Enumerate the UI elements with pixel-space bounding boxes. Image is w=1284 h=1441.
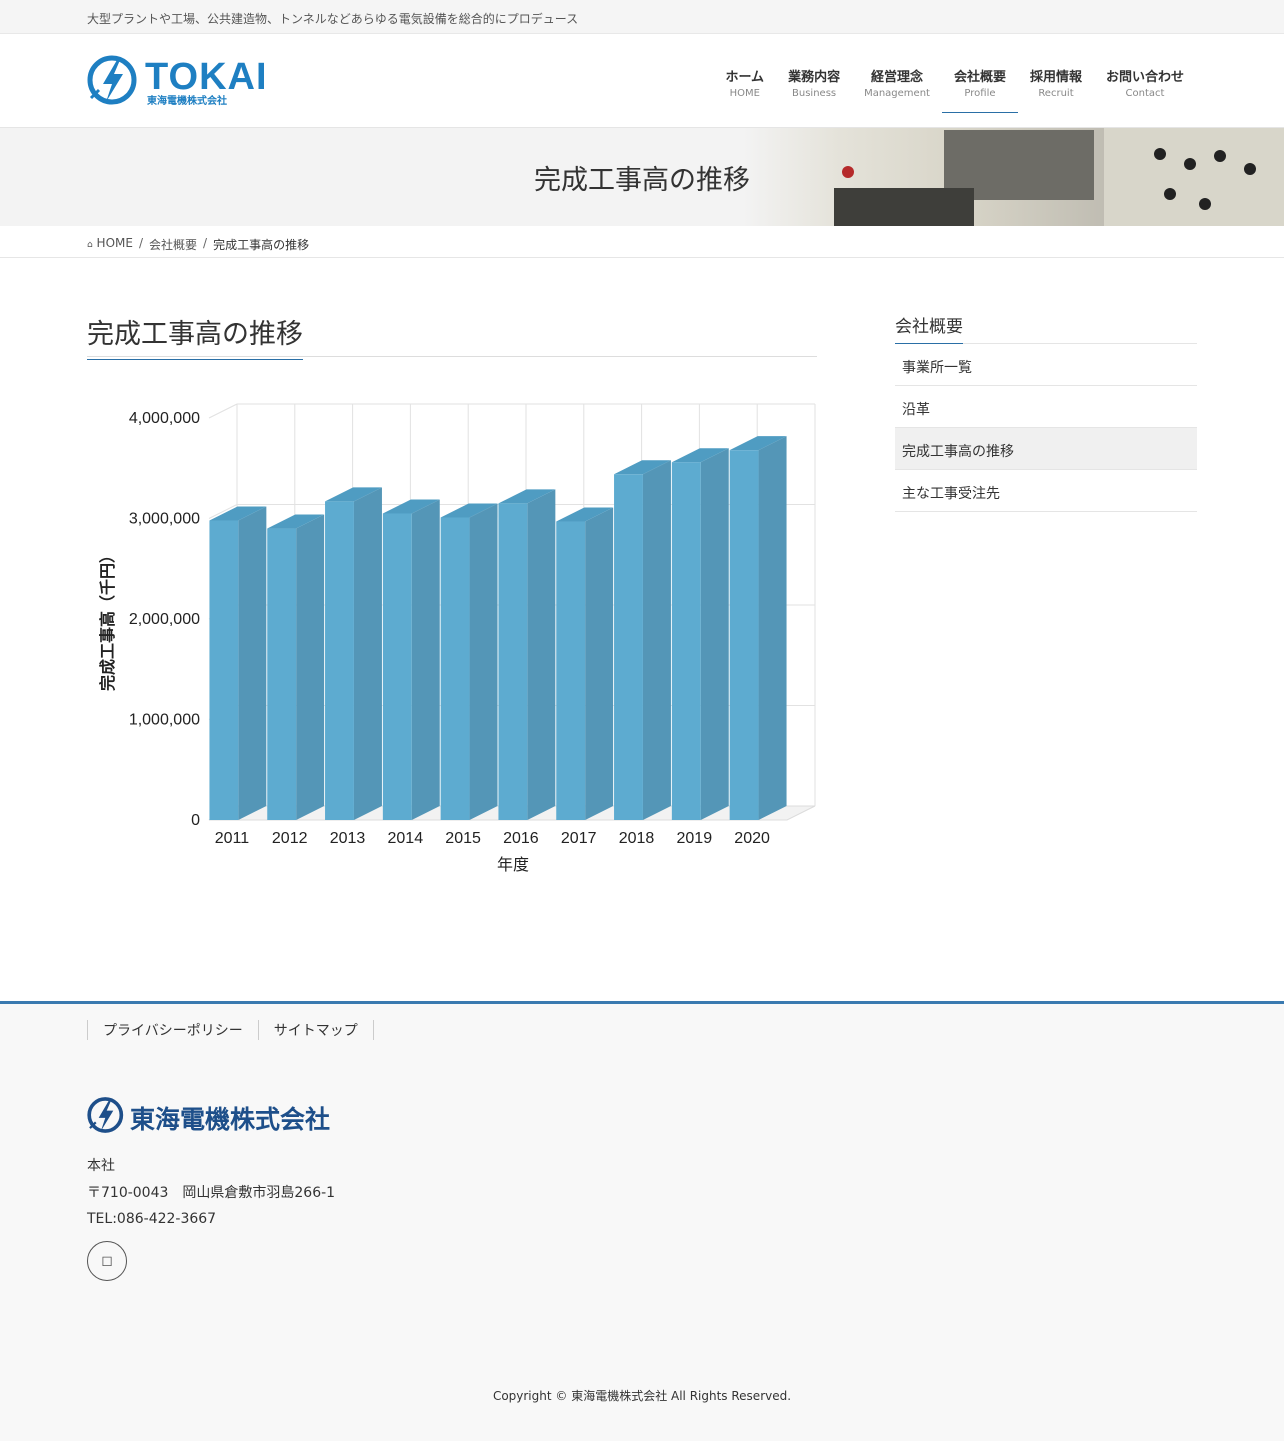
nav-sublabel: Recruit xyxy=(1038,88,1074,99)
revenue-chart: 4,000,000 3,000,000 2,000,000 1,000,000 0 201… xyxy=(87,390,817,890)
nav-business[interactable]: 業務内容 Business xyxy=(776,34,852,113)
page-title: 完成工事高の推移 xyxy=(534,165,750,196)
x-tick-label: 2018 xyxy=(619,830,655,847)
y-tick-label: 3,000,000 xyxy=(129,511,200,528)
bar-side xyxy=(296,514,325,820)
nav-sublabel: Contact xyxy=(1125,88,1165,99)
x-tick-label: 2013 xyxy=(330,830,366,847)
y-tick-label: 4,000,000 xyxy=(129,410,200,427)
social-link-button[interactable]: ◻ xyxy=(87,1241,127,1281)
bar-side xyxy=(700,448,729,820)
logo-subtitle: 東海電機株式会社 xyxy=(147,96,227,107)
bar xyxy=(382,513,412,820)
site-tagline: 大型プラントや工場、公共建造物、トンネルなどあらゆる電気設備を総合的にプロデュー… xyxy=(87,12,579,26)
nav-label: 経営理念 xyxy=(871,70,924,85)
page-header-banner: 完成工事高の推移 xyxy=(0,128,1284,226)
lightning-logo-icon xyxy=(87,55,137,105)
nav-label: 業務内容 xyxy=(788,70,841,85)
main-nav: ホーム HOME 業務内容 Business 経営理念 Management 会… xyxy=(713,34,1196,128)
x-tick-label: 2011 xyxy=(215,830,250,847)
revenue-chart-svg: 4,000,000 3,000,000 2,000,000 1,000,000 0 201… xyxy=(98,403,816,874)
bar-side xyxy=(411,499,440,820)
nav-sublabel: Profile xyxy=(964,88,996,99)
nav-sublabel: Business xyxy=(792,88,837,99)
site-footer: プライバシーポリシー サイトマップ 東海電機株式会社 本社 〒710-0043 … xyxy=(0,1001,1284,1441)
breadcrumb-parent[interactable]: 会社概要 xyxy=(149,236,197,253)
bar-side xyxy=(469,503,498,820)
x-tick-label: 2012 xyxy=(272,830,308,847)
social-icon: ◻ xyxy=(101,1253,113,1269)
bar xyxy=(729,450,759,820)
copyright: Copyright © 東海電機株式会社 All Rights Reserved… xyxy=(492,1389,792,1403)
bar-side xyxy=(758,436,787,820)
address-text: 〒710-0043 岡山県倉敷市羽島266-1 xyxy=(87,1184,336,1201)
lightning-logo-icon xyxy=(87,1097,124,1133)
x-tick-label: 2014 xyxy=(388,830,424,847)
nav-sublabel: HOME xyxy=(729,88,760,99)
breadcrumb-home[interactable]: ⌂ HOME xyxy=(87,236,133,253)
nav-recruit[interactable]: 採用情報 Recruit xyxy=(1018,34,1094,113)
y-axis-title: 完成工事高（千円） xyxy=(98,547,117,691)
sidebar-item-clients[interactable]: 主な工事受注先 xyxy=(895,470,1197,512)
breadcrumb-current: 完成工事高の推移 xyxy=(213,238,310,252)
nav-home[interactable]: ホーム HOME xyxy=(713,34,776,113)
footer-company-name: 東海電機株式会社 xyxy=(130,1105,331,1134)
footer-address-block: 本社 〒710-0043 岡山県倉敷市羽島266-1 TEL:086-422-3… xyxy=(87,1153,335,1233)
nav-label: 会社概要 xyxy=(953,70,1006,85)
bar xyxy=(267,528,297,820)
breadcrumb-separator: / xyxy=(138,236,143,250)
y-tick-label: 1,000,000 xyxy=(129,712,200,729)
bar xyxy=(325,501,354,820)
breadcrumb-home-label: HOME xyxy=(96,236,133,250)
footer-logo[interactable]: 東海電機株式会社 xyxy=(87,1096,347,1136)
address-label: 本社 xyxy=(87,1158,115,1174)
bar xyxy=(671,462,701,820)
bar xyxy=(498,503,528,820)
x-tick-label: 2015 xyxy=(445,830,481,847)
top-bar: 大型プラントや工場、公共建造物、トンネルなどあらゆる電気設備を総合的にプロデュー… xyxy=(0,0,1284,34)
bar-side xyxy=(642,460,671,820)
y-tick-label: 0 xyxy=(191,812,200,829)
x-tick-label: 2020 xyxy=(734,830,770,847)
sidebar-menu: 事業所一覧 沿革 完成工事高の推移 主な工事受注先 xyxy=(895,344,1197,512)
bar xyxy=(614,474,643,820)
content-heading: 完成工事高の推移 xyxy=(87,312,303,360)
bar xyxy=(440,517,470,820)
nav-label: 採用情報 xyxy=(1029,70,1082,85)
bar-side xyxy=(585,507,614,820)
nav-label: お問い合わせ xyxy=(1105,70,1184,85)
sidebar-title-text: 会社概要 xyxy=(895,312,963,344)
nav-profile[interactable]: 会社概要 Profile xyxy=(941,34,1018,113)
x-tick-label: 2017 xyxy=(561,830,597,847)
sidebar-item-revenue[interactable]: 完成工事高の推移 xyxy=(895,428,1197,470)
bar xyxy=(556,521,586,820)
bar xyxy=(209,520,239,820)
bar-side xyxy=(353,487,382,820)
x-tick-label: 2019 xyxy=(677,830,713,847)
site-header: TOKAI 東海電機株式会社 ホーム HOME 業務内容 Business 経営… xyxy=(0,34,1284,128)
nav-sublabel: Management xyxy=(864,88,930,99)
gridline-side xyxy=(208,403,238,419)
breadcrumb: ⌂ HOME / 会社概要 / 完成工事高の推移 xyxy=(0,226,1284,258)
home-icon: ⌂ xyxy=(87,240,93,250)
sidebar: 会社概要 事業所一覧 沿革 完成工事高の推移 主な工事受注先 xyxy=(895,312,1197,512)
nav-label: ホーム xyxy=(725,70,765,85)
sidebar-title: 会社概要 xyxy=(895,312,1197,344)
content-title: 完成工事高の推移 xyxy=(87,312,817,360)
breadcrumb-separator: / xyxy=(203,236,208,250)
sidebar-item-offices[interactable]: 事業所一覧 xyxy=(895,344,1197,386)
site-logo[interactable]: TOKAI 東海電機株式会社 xyxy=(87,54,272,110)
y-tick-label: 2,000,000 xyxy=(129,611,200,628)
bar-side xyxy=(238,506,267,820)
nav-contact[interactable]: お問い合わせ Contact xyxy=(1094,34,1196,113)
sidebar-item-history[interactable]: 沿革 xyxy=(895,386,1197,428)
x-axis-title: 年度 xyxy=(497,856,529,874)
footer-links: プライバシーポリシー サイトマップ xyxy=(87,1020,374,1040)
bar-side xyxy=(527,489,556,820)
phone-number: TEL:086-422-3667 xyxy=(87,1211,217,1227)
x-tick-label: 2016 xyxy=(503,830,539,847)
nav-management[interactable]: 経営理念 Management xyxy=(852,34,942,113)
sitemap-link[interactable]: サイトマップ xyxy=(257,1020,374,1040)
privacy-policy-link[interactable]: プライバシーポリシー xyxy=(87,1020,258,1040)
